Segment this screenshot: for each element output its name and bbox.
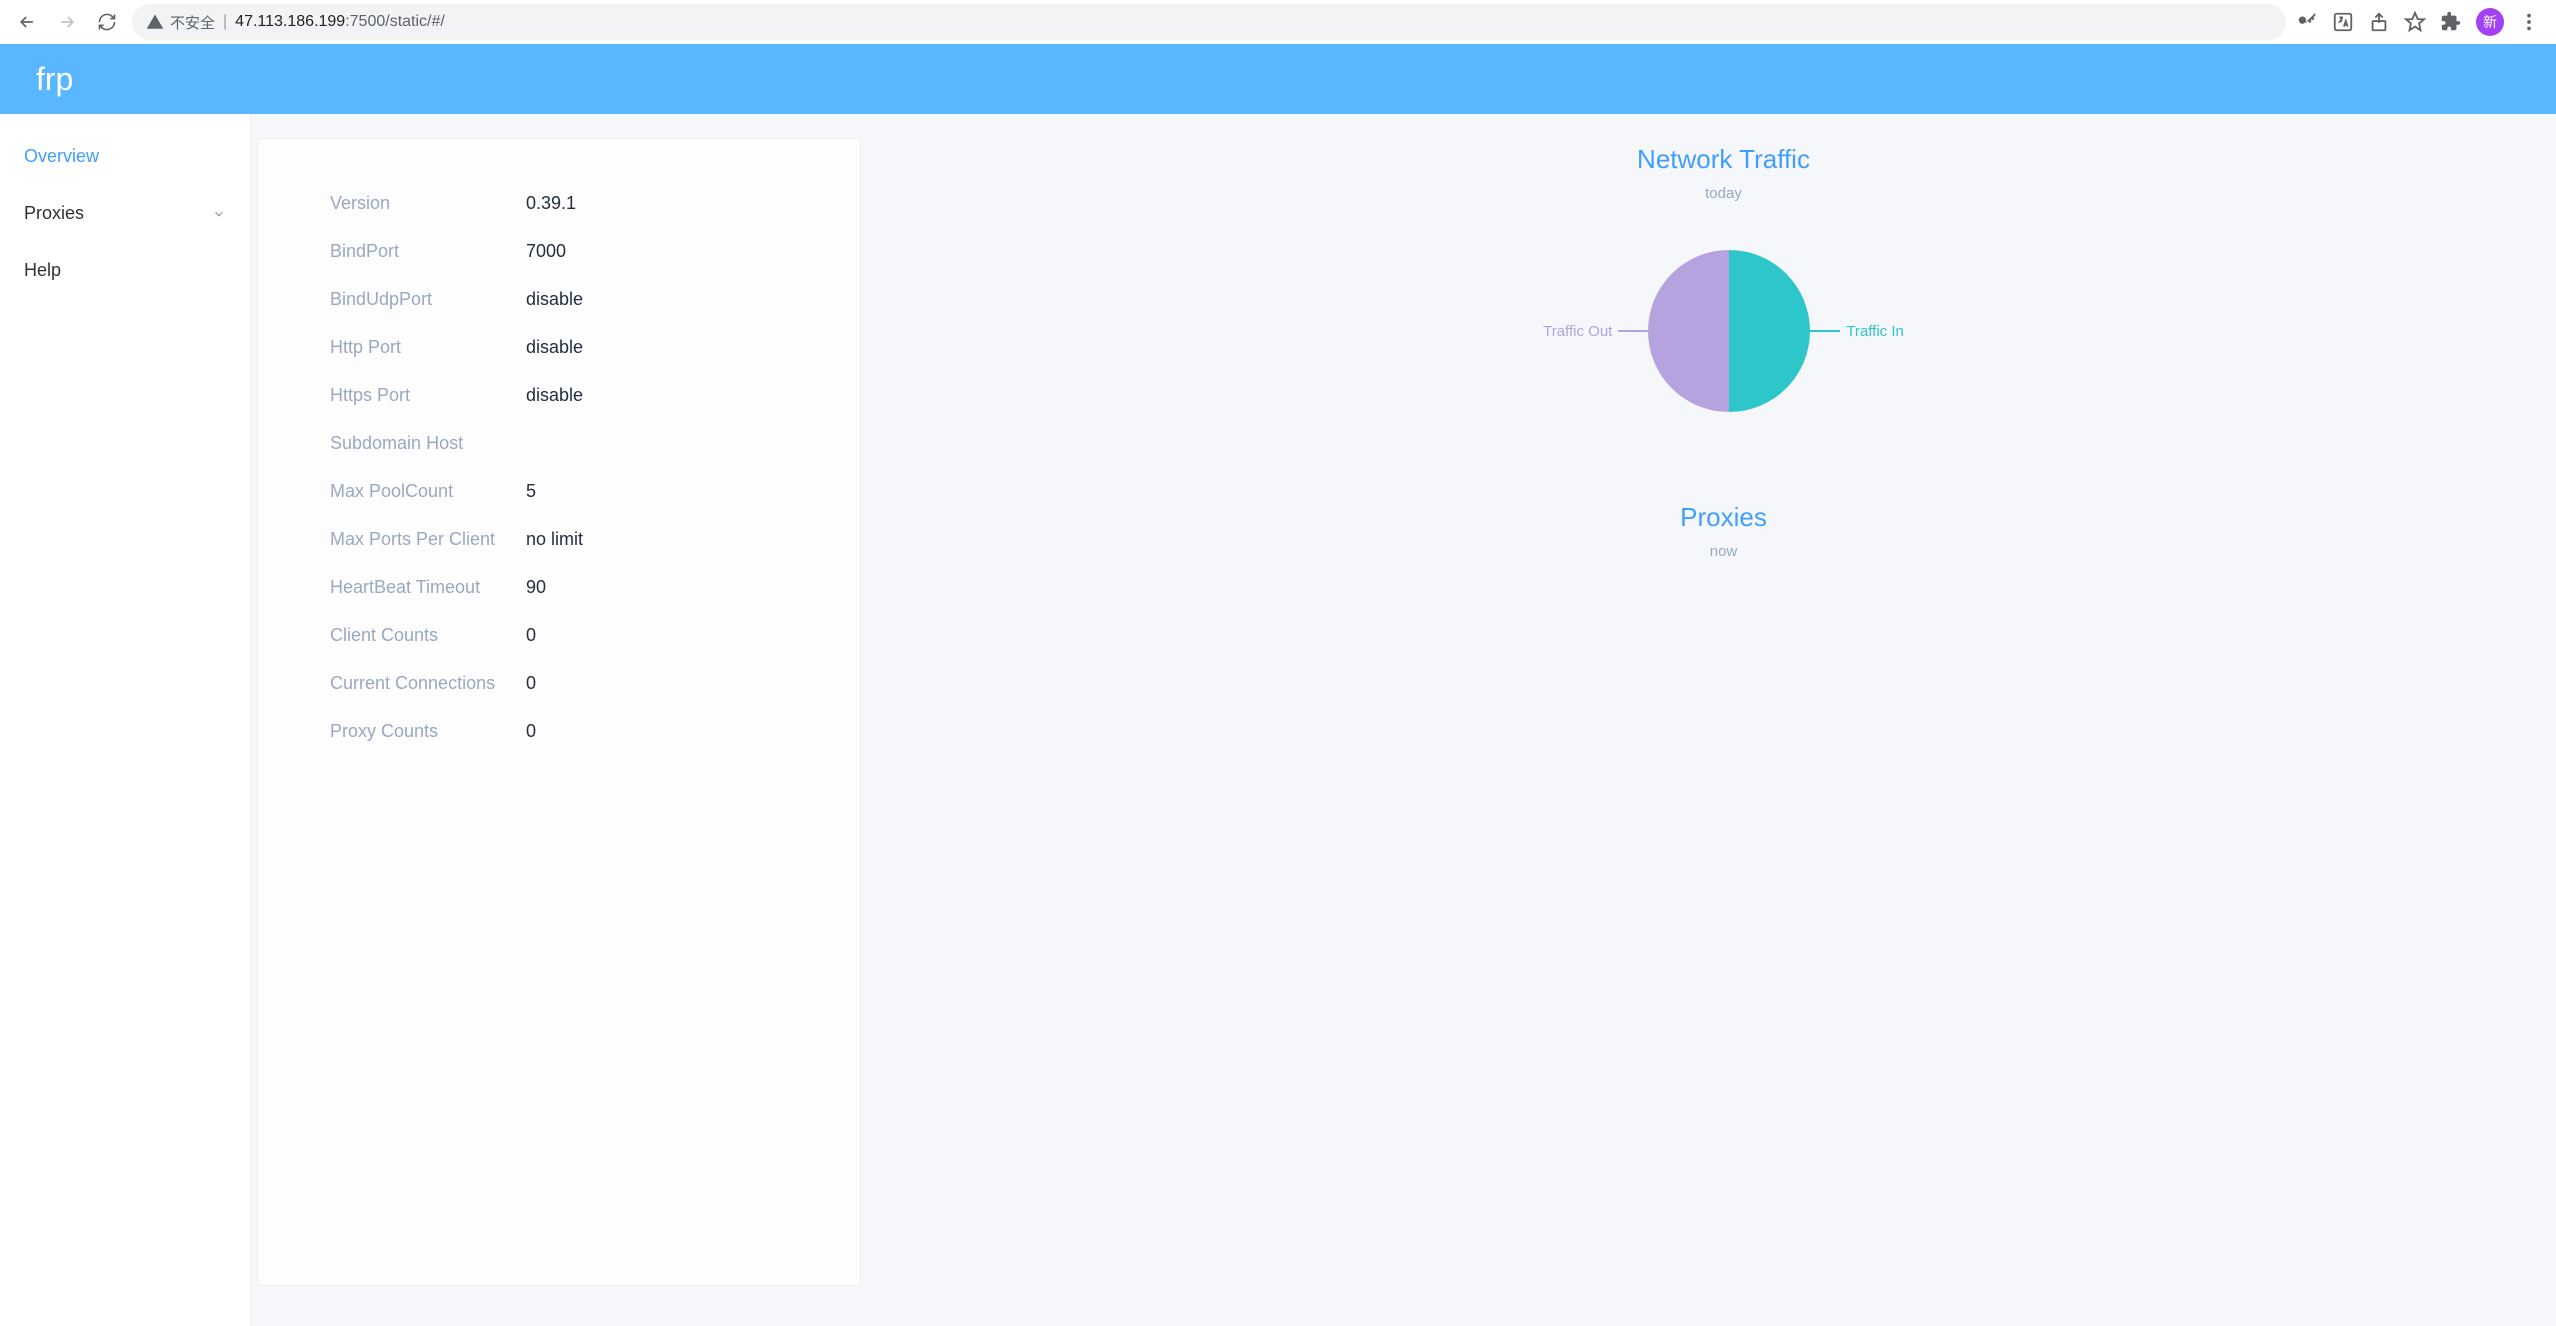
browser-right-icons: 新: [2296, 8, 2544, 36]
app-title: frp: [36, 61, 73, 98]
info-value: disable: [526, 337, 583, 358]
info-label: Client Counts: [330, 625, 526, 646]
legend-traffic-out: Traffic Out: [1543, 323, 1648, 340]
sidebar-item-label: Help: [24, 260, 61, 281]
address-separator: |: [223, 13, 227, 31]
menu-icon[interactable]: [2518, 11, 2540, 33]
info-row: Http Portdisable: [330, 323, 860, 371]
forward-button[interactable]: [52, 7, 82, 37]
avatar[interactable]: 新: [2476, 8, 2504, 36]
info-label: Version: [330, 193, 526, 214]
extensions-icon[interactable]: [2440, 11, 2462, 33]
info-value: 5: [526, 481, 536, 502]
share-icon[interactable]: [2368, 11, 2390, 33]
info-label: Http Port: [330, 337, 526, 358]
info-row: BindUdpPortdisable: [330, 275, 860, 323]
info-row: Version0.39.1: [330, 179, 860, 227]
info-row: Max PoolCount5: [330, 467, 860, 515]
info-value: 0: [526, 673, 536, 694]
star-icon[interactable]: [2404, 11, 2426, 33]
info-label: BindUdpPort: [330, 289, 526, 310]
address-url: 47.113.186.199:7500/static/#/: [235, 13, 445, 31]
info-value: 0.39.1: [526, 193, 576, 214]
info-value: 0: [526, 625, 536, 646]
info-row: Max Ports Per Clientno limit: [330, 515, 860, 563]
info-row: Https Portdisable: [330, 371, 860, 419]
reload-button[interactable]: [92, 7, 122, 37]
info-label: Max PoolCount: [330, 481, 526, 502]
sidebar-item-label: Overview: [24, 146, 99, 167]
key-icon[interactable]: [2296, 11, 2318, 33]
info-label: Https Port: [330, 385, 526, 406]
info-value: disable: [526, 385, 583, 406]
pie-icon: [1648, 250, 1810, 412]
info-value: 7000: [526, 241, 566, 262]
info-label: Current Connections: [330, 673, 526, 694]
security-status: 不安全: [146, 12, 215, 33]
sidebar-item-label: Proxies: [24, 203, 84, 224]
info-label: Subdomain Host: [330, 433, 526, 454]
app-header: frp: [0, 44, 2556, 114]
legend-traffic-in: Traffic In: [1810, 323, 1904, 340]
warning-icon: [146, 13, 164, 31]
traffic-section: Network Traffic today Traffic Out Traffi…: [931, 144, 2516, 412]
info-label: HeartBeat Timeout: [330, 577, 526, 598]
arrow-left-icon: [17, 12, 37, 32]
info-row: Client Counts0: [330, 611, 860, 659]
sidebar-item-proxies[interactable]: Proxies: [0, 185, 250, 242]
app-body: Overview Proxies Help Version0.39.1 Bind…: [0, 114, 2556, 1326]
reload-icon: [97, 12, 117, 32]
sidebar-item-overview[interactable]: Overview: [0, 128, 250, 185]
proxies-section: Proxies now: [931, 502, 2516, 560]
info-value: disable: [526, 289, 583, 310]
traffic-subtitle: today: [931, 185, 2516, 202]
info-row: Current Connections0: [330, 659, 860, 707]
info-label: Proxy Counts: [330, 721, 526, 742]
security-text: 不安全: [170, 12, 215, 33]
info-row: BindPort7000: [330, 227, 860, 275]
legend-line-icon: [1618, 330, 1648, 332]
info-row: HeartBeat Timeout90: [330, 563, 860, 611]
info-row: Proxy Counts0: [330, 707, 860, 755]
chevron-down-icon: [212, 207, 226, 221]
pie-slice-in: [1729, 250, 1810, 412]
info-row: Subdomain Host: [330, 419, 860, 467]
proxies-title: Proxies: [931, 502, 2516, 533]
info-label: BindPort: [330, 241, 526, 262]
back-button[interactable]: [12, 7, 42, 37]
pie-slice-out: [1648, 250, 1729, 412]
address-bar[interactable]: 不安全 | 47.113.186.199:7500/static/#/: [132, 4, 2286, 40]
traffic-title: Network Traffic: [931, 144, 2516, 175]
main-content: Version0.39.1 BindPort7000 BindUdpPortdi…: [251, 114, 2556, 1326]
arrow-right-icon: [57, 12, 77, 32]
sidebar-item-help[interactable]: Help: [0, 242, 250, 299]
proxies-subtitle: now: [931, 543, 2516, 560]
info-value: 90: [526, 577, 546, 598]
translate-icon[interactable]: [2332, 11, 2354, 33]
server-info-card: Version0.39.1 BindPort7000 BindUdpPortdi…: [257, 138, 861, 1286]
legend-line-icon: [1810, 330, 1840, 332]
traffic-pie-chart: Traffic Out Traffic In: [931, 250, 2516, 412]
charts-column: Network Traffic today Traffic Out Traffi…: [861, 138, 2556, 1286]
info-value: no limit: [526, 529, 583, 550]
info-value: 0: [526, 721, 536, 742]
sidebar: Overview Proxies Help: [0, 114, 251, 1326]
browser-toolbar: 不安全 | 47.113.186.199:7500/static/#/ 新: [0, 0, 2556, 44]
info-label: Max Ports Per Client: [330, 529, 526, 550]
